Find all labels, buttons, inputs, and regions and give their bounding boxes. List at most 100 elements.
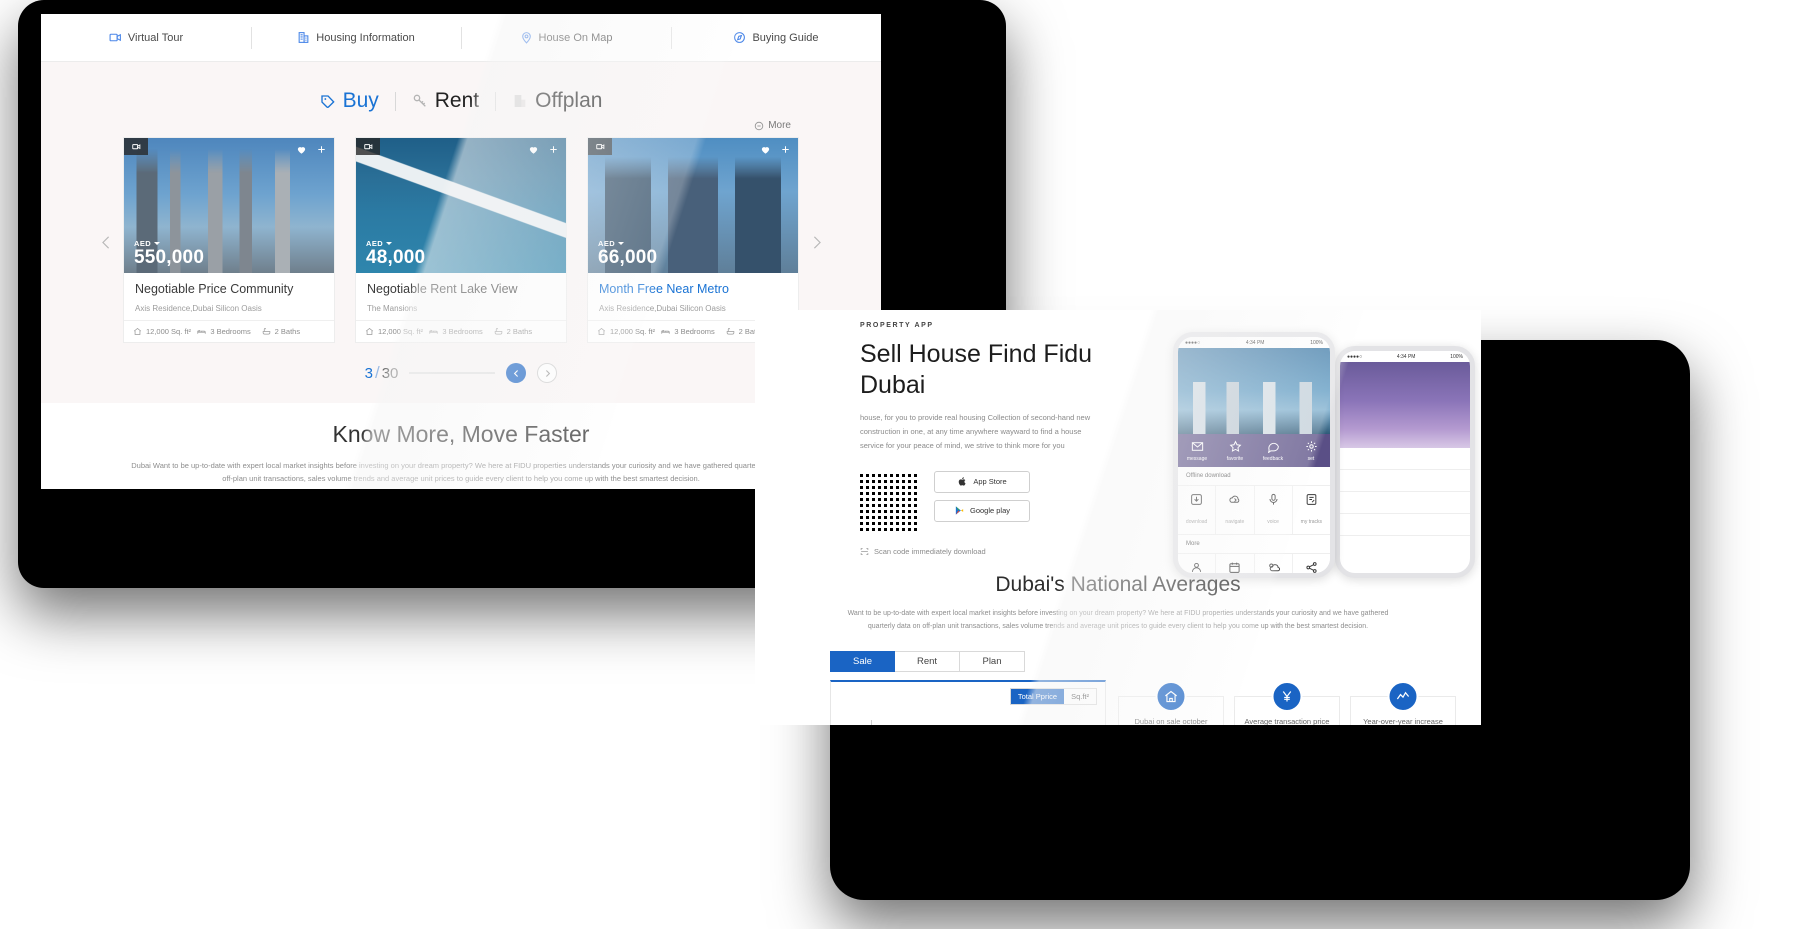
trend-icon	[1396, 691, 1410, 700]
chart-toggle-total-price[interactable]: Total Pprice	[1010, 689, 1065, 705]
video-camera-icon	[131, 144, 140, 150]
feature-card-on-sale[interactable]: Dubai on sale october source	[1118, 681, 1224, 725]
card-title[interactable]: Negotiable Rent Lake View	[367, 282, 555, 297]
tab-offplan[interactable]: Offplan	[512, 89, 602, 113]
more-item-calendar[interactable]	[1216, 554, 1255, 573]
top-navigation: Virtual Tour Housing Information House O…	[41, 14, 881, 62]
topnav-item-buying-guide[interactable]: Buying Guide	[671, 25, 881, 51]
tab-rent[interactable]: Rent	[412, 89, 479, 113]
more-item-user[interactable]	[1178, 554, 1217, 573]
quick-action-message[interactable]: message	[1178, 434, 1216, 467]
navigate-icon	[1229, 495, 1240, 503]
segment-rent[interactable]: Rent	[895, 651, 960, 673]
quick-action-label: feedback	[1262, 456, 1284, 462]
scan-icon	[860, 547, 869, 555]
share-icon	[1306, 562, 1317, 573]
more-item-share[interactable]	[1293, 554, 1330, 573]
app-store-button[interactable]: App Store	[934, 470, 1030, 493]
phone-list-row	[1340, 514, 1470, 536]
yen-icon	[1282, 691, 1292, 702]
phone-hero-image	[1178, 348, 1330, 434]
chevron-down-icon	[618, 242, 625, 246]
spec-value: 12,000 Sq. ft²	[146, 327, 192, 336]
chat-icon	[1267, 442, 1279, 453]
offline-item-label: voice	[1267, 519, 1279, 525]
feature-card-avg-price[interactable]: Average transaction price in November	[1234, 681, 1340, 725]
segment-sale[interactable]: Sale	[830, 651, 895, 673]
heart-icon[interactable]	[760, 144, 771, 155]
chevron-right-icon	[545, 369, 551, 377]
video-badge[interactable]	[356, 138, 380, 155]
price-block: AED 550,000	[134, 239, 204, 268]
feature-icon-wrap	[1155, 681, 1187, 713]
app-kicker: PROPERTY APP	[860, 322, 934, 329]
more-row: More	[41, 118, 881, 131]
offline-item-label: download	[1185, 519, 1208, 525]
quick-action-set[interactable]: set	[1292, 434, 1330, 467]
phone-list-row	[1340, 448, 1470, 470]
offline-item-download[interactable]: download	[1178, 486, 1217, 534]
topnav-item-virtual-tour[interactable]: Virtual Tour	[41, 25, 251, 51]
signal-icon: ●●●●○	[1347, 353, 1363, 360]
video-badge[interactable]	[588, 138, 612, 155]
page-prev-button[interactable]	[506, 363, 527, 383]
home-icon	[1165, 690, 1177, 703]
qr-code	[860, 470, 920, 531]
property-card[interactable]: AED 48,000 Negotiable Rent Lake View The…	[355, 137, 567, 343]
more-button[interactable]: More	[754, 120, 791, 131]
chart-toggle-sqft[interactable]: Sq.ft²	[1064, 689, 1096, 705]
spec-area: 12,000 Sq. ft²	[133, 327, 197, 336]
page-indicator: 3 / 30	[365, 363, 399, 383]
offline-item-navigate[interactable]: navigate	[1216, 486, 1255, 534]
heart-icon[interactable]	[528, 144, 539, 155]
topnav-label: Housing Information	[316, 31, 415, 44]
property-image: AED 48,000	[356, 138, 566, 273]
spec-baths: 2 Baths	[262, 327, 326, 336]
carousel-prev-button[interactable]	[95, 231, 117, 253]
spec-value: 12,000 Sq. ft²	[378, 327, 424, 336]
plus-icon[interactable]	[548, 144, 559, 155]
chart-bars: 393 426	[881, 715, 1091, 725]
app-promo-copy: PROPERTY APP Sell House Find Fidu Dubai …	[755, 310, 1145, 556]
quick-action-favorite[interactable]: favorite	[1216, 434, 1254, 467]
heart-icon[interactable]	[296, 144, 307, 155]
card-title[interactable]: Negotiable Price Community	[135, 282, 323, 297]
calendar-icon	[1229, 562, 1240, 573]
apple-icon	[959, 477, 966, 486]
tab-buy[interactable]: Buy	[320, 89, 379, 113]
total-pages: 30	[381, 365, 399, 382]
progress-track[interactable]	[409, 372, 496, 374]
feature-card-yoy[interactable]: Year-over-year increase	[1350, 681, 1456, 725]
key-icon	[413, 94, 426, 107]
phone-offline-grid: download navigate voice my tracks	[1178, 486, 1330, 535]
phone-more-grid	[1178, 554, 1330, 573]
phone-section-more: More	[1178, 535, 1330, 554]
google-play-button[interactable]: Google play	[934, 499, 1030, 522]
tab-divider	[394, 91, 396, 111]
carousel-next-button[interactable]	[805, 231, 827, 253]
property-card[interactable]: AED 550,000 Negotiable Price Community A…	[123, 137, 335, 343]
quick-action-feedback[interactable]: feedback	[1254, 434, 1292, 467]
offline-item-voice[interactable]: voice	[1255, 486, 1293, 534]
offline-item-label: navigate	[1225, 519, 1245, 525]
chevron-left-icon	[513, 369, 518, 377]
microphone-icon	[1269, 493, 1278, 505]
topnav-item-house-on-map[interactable]: House On Map	[461, 25, 671, 51]
spec-value: 2 Baths	[506, 327, 533, 336]
bath-icon	[494, 328, 502, 335]
app-promo-section: PROPERTY APP Sell House Find Fidu Dubai …	[755, 310, 1481, 578]
card-title[interactable]: Month Free Near Metro	[599, 282, 787, 297]
bed-icon	[661, 330, 670, 334]
clipboard-icon	[1306, 494, 1317, 505]
feature-icon-wrap	[1387, 681, 1419, 713]
tab-label: Rent	[434, 89, 480, 112]
offline-item-my-tracks[interactable]: my tracks	[1293, 486, 1330, 534]
plus-icon[interactable]	[780, 144, 791, 155]
chevron-down-icon	[154, 242, 161, 246]
plus-icon[interactable]	[316, 144, 327, 155]
video-badge[interactable]	[124, 138, 148, 155]
segment-plan[interactable]: Plan	[960, 651, 1025, 673]
more-item-weather[interactable]	[1255, 554, 1293, 573]
topnav-item-housing-information[interactable]: Housing Information	[251, 25, 461, 51]
page-next-button[interactable]	[537, 363, 558, 383]
